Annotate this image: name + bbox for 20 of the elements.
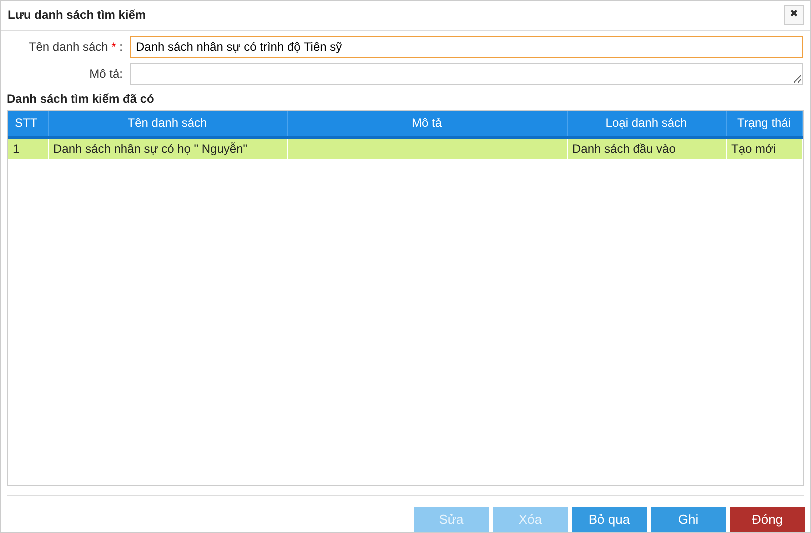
column-header: STT [8,110,48,138]
table-cell: Danh sách nhân sự có họ " Nguyễn" [54,142,248,156]
column-header: Tên danh sách [48,110,287,138]
required-mark: * [112,40,116,54]
field-label: Tên danh sách [28,40,108,54]
window-title: Lưu danh sách tìm kiếm [8,7,146,24]
close-button[interactable]: ✖ [784,5,804,26]
column-header: Trạng thái [726,110,802,138]
label-colon: : [120,40,123,54]
table-cell: Danh sách đầu vào [572,142,676,156]
column-header: Loại danh sách [567,110,726,138]
name-field[interactable]: Danh sách nhân sự có trình độ Tiên sỹ [130,36,803,58]
table-row[interactable]: 1 Danh sách nhân sự có họ " Nguyễn" Danh sách đầu vào Tạo mới [8,138,802,160]
table-cell: Tạo mới [732,142,776,156]
description-field[interactable] [130,62,803,85]
field-label: Mô tả: [90,66,123,81]
column-header: Mô tả [287,110,567,138]
section-title: Danh sách tìm kiếm đã có [7,90,156,108]
table-cell: 1 [13,142,20,156]
action-button[interactable]: Đóng [730,507,805,532]
